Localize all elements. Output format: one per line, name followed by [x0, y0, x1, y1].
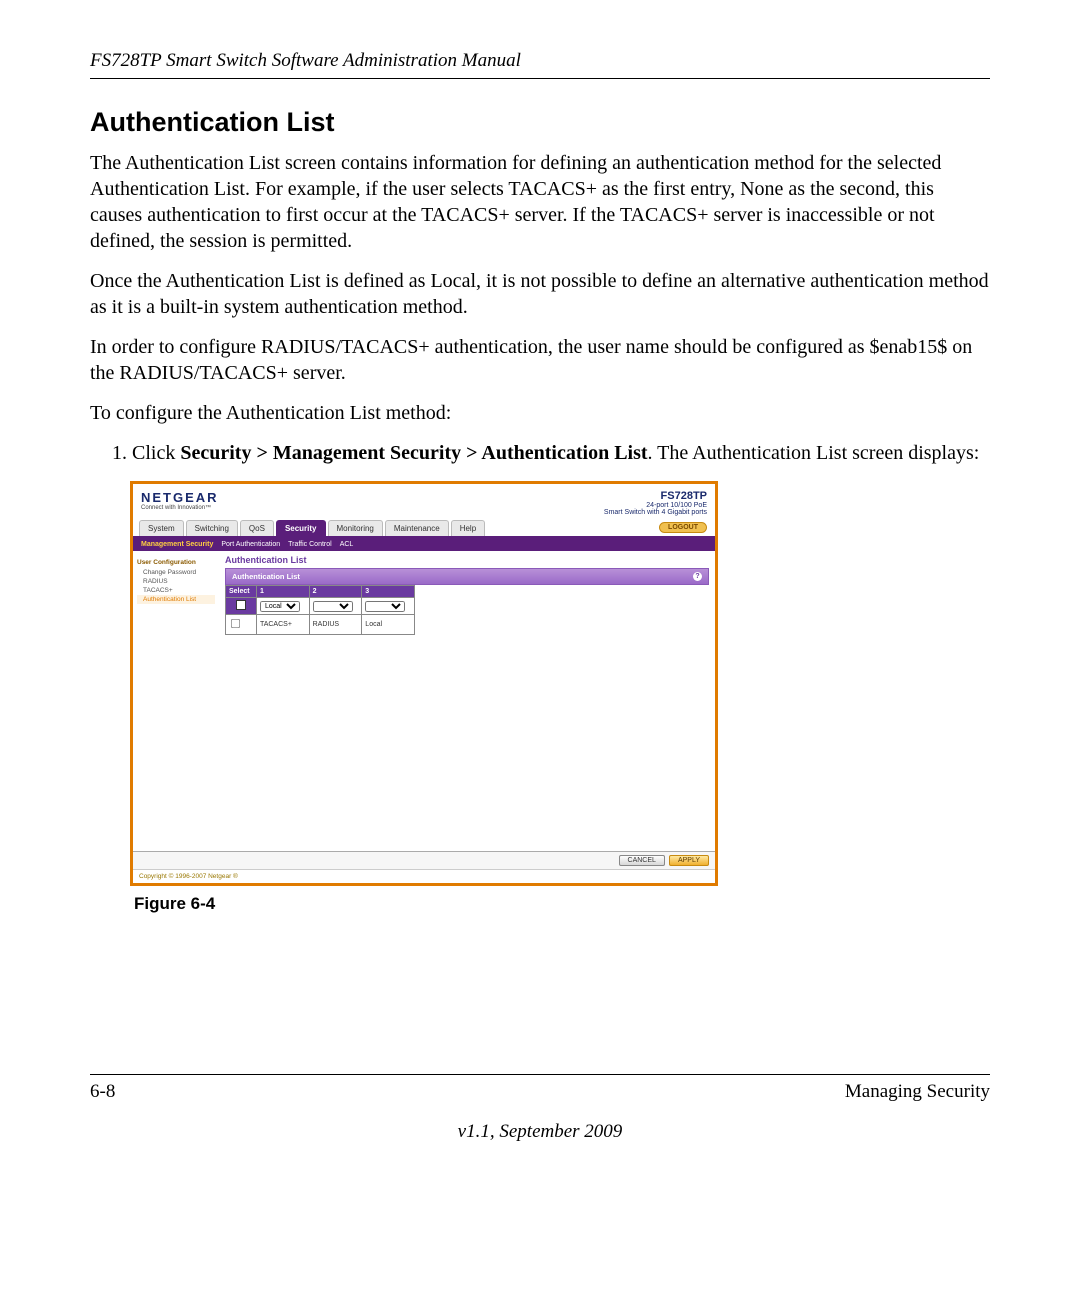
sidebar-item-change-password[interactable]: Change Password: [137, 568, 215, 577]
step-1-prefix: Click: [132, 442, 180, 464]
section-title: Authentication List: [90, 107, 990, 138]
panel-header: Authentication List ?: [225, 568, 709, 585]
step-1-bold: Security > Management Security > Authent…: [180, 442, 647, 464]
model-sub2: Smart Switch with 4 Gigabit ports: [604, 509, 707, 516]
tab-system[interactable]: System: [139, 520, 184, 536]
tab-monitoring[interactable]: Monitoring: [328, 520, 383, 536]
tab-maintenance[interactable]: Maintenance: [385, 520, 449, 536]
content-area: Authentication List Authentication List …: [219, 551, 715, 851]
row2-c2: RADIUS: [309, 615, 362, 635]
col-1: 1: [256, 586, 309, 598]
sidebar-item-radius[interactable]: RADIUS: [137, 577, 215, 586]
row2-select[interactable]: [226, 615, 257, 635]
copyright: Copyright © 1996-2007 Netgear ®: [133, 869, 715, 883]
rule-bottom: [90, 1074, 990, 1075]
running-header: FS728TP Smart Switch Software Administra…: [90, 50, 990, 72]
screenshot-body: User Configuration Change Password RADIU…: [133, 551, 715, 851]
model-name: FS728TP: [604, 490, 707, 502]
logout-button[interactable]: LOGOUT: [659, 522, 707, 533]
row2-c3: Local: [362, 615, 415, 635]
main-tabs: System Switching QoS Security Monitoring…: [133, 520, 715, 538]
figure-wrap: NETGEAR Connect with Innovation™ FS728TP…: [130, 481, 990, 914]
auth-table: Select 1 2 3 Local: [225, 585, 415, 635]
help-icon[interactable]: ?: [693, 572, 702, 581]
brand-logo: NETGEAR: [141, 490, 219, 505]
table-row: TACACS+ RADIUS Local: [226, 615, 415, 635]
row1-c1[interactable]: Local: [256, 598, 309, 615]
brand: NETGEAR Connect with Innovation™: [141, 490, 219, 511]
row1-c2-select[interactable]: [313, 601, 353, 612]
subtab-traffic-control[interactable]: Traffic Control: [288, 541, 332, 548]
sub-tabs: Management Security Port Authentication …: [133, 538, 715, 551]
step-1-suffix: . The Authentication List screen display…: [648, 442, 980, 464]
model-sub1: 24-port 10/100 PoE: [604, 502, 707, 509]
subtab-port-authentication[interactable]: Port Authentication: [221, 541, 280, 548]
rule-top: [90, 78, 990, 79]
screenshot-footer: CANCEL APPLY: [133, 851, 715, 869]
sidebar-item-authentication-list[interactable]: Authentication List: [137, 595, 215, 604]
step-1: Click Security > Management Security > A…: [132, 440, 990, 467]
screenshot-header: NETGEAR Connect with Innovation™ FS728TP…: [133, 484, 715, 520]
brand-tagline: Connect with Innovation™: [141, 505, 219, 511]
tab-help[interactable]: Help: [451, 520, 485, 536]
paragraph-4: To configure the Authentication List met…: [90, 400, 990, 426]
paragraph-1: The Authentication List screen contains …: [90, 150, 990, 254]
row2-checkbox[interactable]: [231, 619, 240, 628]
subtab-acl[interactable]: ACL: [340, 541, 354, 548]
col-3: 3: [362, 586, 415, 598]
row2-c1: TACACS+: [256, 615, 309, 635]
apply-button[interactable]: APPLY: [669, 855, 709, 866]
tab-switching[interactable]: Switching: [186, 520, 238, 536]
col-2: 2: [309, 586, 362, 598]
tab-qos[interactable]: QoS: [240, 520, 274, 536]
col-select: Select: [226, 586, 257, 598]
footer-page-number: 6-8: [90, 1081, 115, 1103]
table-row: Local: [226, 598, 415, 615]
subtab-management-security[interactable]: Management Security: [141, 541, 213, 548]
sidebar-item-tacacs[interactable]: TACACS+: [137, 586, 215, 595]
row1-c1-select[interactable]: Local: [260, 601, 300, 612]
row1-c3[interactable]: [362, 598, 415, 615]
figure-caption: Figure 6-4: [134, 894, 990, 914]
cancel-button[interactable]: CANCEL: [619, 855, 665, 866]
tab-security[interactable]: Security: [276, 520, 326, 536]
row1-c3-select[interactable]: [365, 601, 405, 612]
row1-c2[interactable]: [309, 598, 362, 615]
page-footer: 6-8 Managing Security v1.1, September 20…: [90, 1074, 990, 1143]
sidebar-group: User Configuration: [137, 559, 215, 566]
footer-section: Managing Security: [845, 1081, 990, 1103]
panel-title: Authentication List: [225, 555, 709, 565]
sidebar: User Configuration Change Password RADIU…: [133, 551, 219, 851]
paragraph-3: In order to configure RADIUS/TACACS+ aut…: [90, 334, 990, 386]
footer-version: v1.1, September 2009: [90, 1121, 990, 1143]
steps-list: Click Security > Management Security > A…: [90, 440, 990, 467]
paragraph-2: Once the Authentication List is defined …: [90, 268, 990, 320]
screenshot: NETGEAR Connect with Innovation™ FS728TP…: [130, 481, 718, 886]
panel-header-label: Authentication List: [232, 572, 300, 581]
row1-select[interactable]: [226, 598, 257, 615]
model-box: FS728TP 24-port 10/100 PoE Smart Switch …: [604, 490, 707, 516]
